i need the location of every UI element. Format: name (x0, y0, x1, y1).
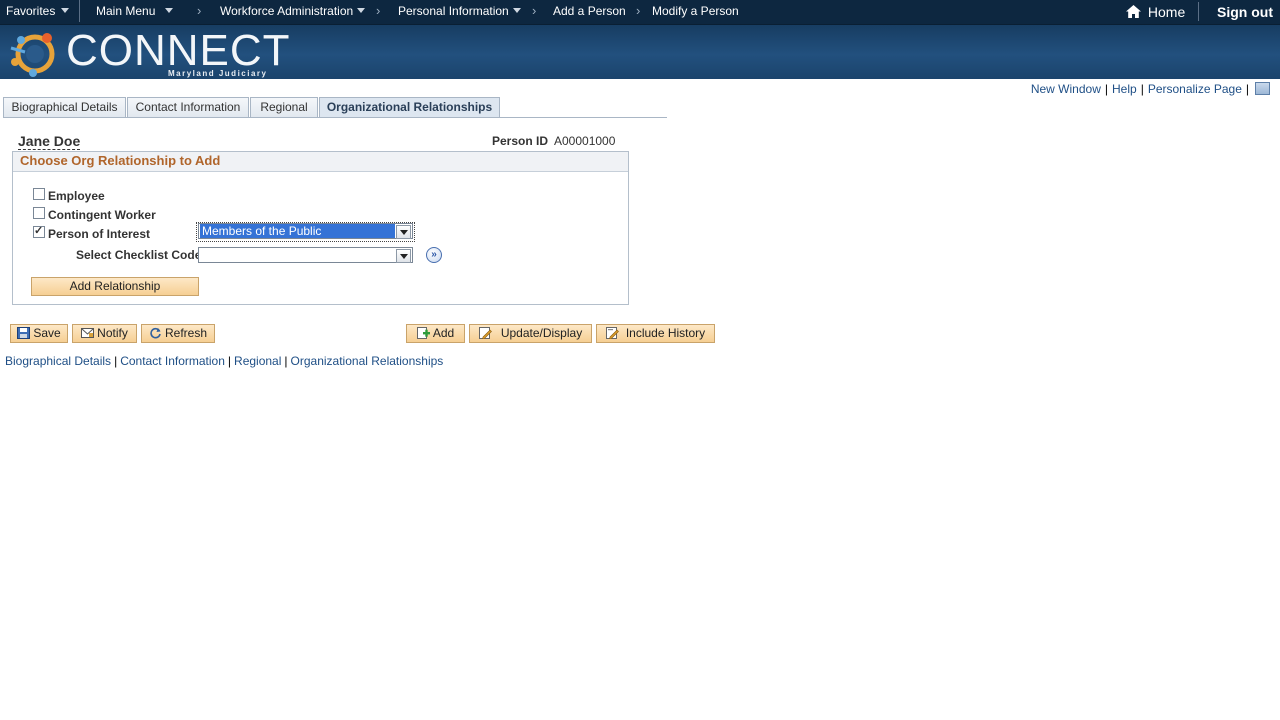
favorites-label: Favorites (6, 4, 56, 18)
sign-out-link[interactable]: Sign out (1217, 4, 1273, 20)
tab-label: Biographical Details (11, 100, 118, 114)
home-label: Home (1147, 4, 1186, 20)
breadcrumb-add-a-person[interactable]: Add a Person (553, 4, 626, 18)
include-history-button[interactable]: Include History (596, 324, 715, 343)
connect-logo-subtitle: Maryland Judiciary (168, 69, 268, 78)
employee-label: Employee (48, 189, 105, 203)
chevron-down-icon (512, 8, 521, 13)
checklist-code-select[interactable] (198, 247, 413, 263)
save-button[interactable]: Save (10, 324, 68, 343)
nav-divider (79, 0, 80, 22)
breadcrumb-separator-icon: › (532, 3, 537, 18)
add-button[interactable]: Add (406, 324, 465, 343)
notify-label: Notify (97, 326, 128, 340)
add-relationship-button[interactable]: Add Relationship (31, 277, 199, 296)
poi-type-select[interactable]: Members of the Public (198, 223, 413, 239)
tab-organizational-relationships[interactable]: Organizational Relationships (319, 97, 500, 117)
poi-type-value: Members of the Public (200, 224, 395, 238)
bottom-link-biographical-details[interactable]: Biographical Details (5, 354, 111, 368)
tab-regional[interactable]: Regional (250, 97, 318, 117)
home-icon (1126, 5, 1141, 18)
checklist-code-label: Select Checklist Code (76, 248, 202, 262)
include-history-label: Include History (625, 326, 706, 340)
top-navigation-bar: Favorites Main Menu › Workforce Administ… (0, 0, 1280, 25)
chevron-down-icon (165, 8, 174, 13)
notify-button[interactable]: Notify (72, 324, 137, 343)
groupbox-header: Choose Org Relationship to Add (13, 152, 628, 172)
contingent-worker-label: Contingent Worker (48, 208, 156, 222)
update-display-label: Update/Display (500, 326, 583, 340)
main-menu[interactable]: Main Menu (96, 4, 174, 18)
breadcrumb-modify-a-person[interactable]: Modify a Person (652, 4, 739, 18)
personalize-page-link[interactable]: Personalize Page (1148, 82, 1242, 96)
breadcrumb-label: Personal Information (398, 4, 509, 18)
bottom-link-organizational-relationships[interactable]: Organizational Relationships (291, 354, 444, 368)
link-separator: | (284, 354, 288, 368)
contingent-worker-checkbox[interactable] (33, 207, 45, 219)
breadcrumb-label: Workforce Administration (220, 4, 354, 18)
link-separator: | (1245, 82, 1249, 96)
include-history-icon (605, 327, 619, 339)
favorites-menu[interactable]: Favorites (6, 4, 70, 18)
tab-label: Regional (260, 100, 308, 114)
link-separator: | (227, 354, 232, 368)
save-label: Save (33, 326, 61, 340)
tab-underline (3, 117, 667, 118)
nav-divider (1198, 2, 1199, 21)
tab-label: Contact Information (135, 100, 241, 114)
update-display-button[interactable]: Update/Display (469, 324, 592, 343)
tab-contact-information[interactable]: Contact Information (127, 97, 249, 117)
link-separator: | (1104, 82, 1108, 96)
add-label: Add (432, 326, 455, 340)
bottom-page-links: Biographical Details | Contact Information… (5, 354, 443, 368)
help-link[interactable]: Help (1112, 82, 1137, 96)
breadcrumb-personal-information[interactable]: Personal Information (398, 4, 521, 18)
refresh-label: Refresh (164, 326, 208, 340)
person-name: Jane Doe (18, 133, 81, 150)
page-layout-icon[interactable] (1255, 82, 1270, 95)
notify-icon (81, 328, 95, 338)
update-display-icon (478, 327, 492, 339)
chevron-down-icon[interactable] (396, 249, 411, 263)
link-separator: | (114, 354, 118, 368)
refresh-button[interactable]: Refresh (141, 324, 215, 343)
header-banner: CONNECT Maryland Judiciary (0, 25, 1280, 79)
bottom-link-regional[interactable]: Regional (234, 354, 281, 368)
employee-checkbox[interactable] (33, 188, 45, 200)
breadcrumb-separator-icon: › (636, 3, 641, 18)
tab-label: Organizational Relationships (326, 100, 493, 114)
refresh-icon (150, 327, 161, 339)
checklist-code-value (200, 248, 395, 262)
tab-biographical-details[interactable]: Biographical Details (3, 97, 126, 117)
add-icon (416, 327, 430, 339)
connect-logo-icon (10, 33, 55, 77)
utility-links: New Window | Help | Personalize Page | (1031, 82, 1270, 96)
person-id-label: Person ID (492, 134, 549, 148)
home-link[interactable]: Home (1126, 4, 1185, 20)
chevron-down-icon[interactable] (396, 225, 411, 239)
go-arrow-icon[interactable]: » (426, 247, 442, 263)
person-of-interest-label: Person of Interest (48, 227, 151, 241)
new-window-link[interactable]: New Window (1031, 82, 1101, 96)
breadcrumb-workforce-administration[interactable]: Workforce Administration (220, 4, 366, 18)
person-of-interest-checkbox[interactable] (33, 224, 45, 238)
main-menu-label: Main Menu (96, 4, 156, 18)
person-id-value: A00001000 (554, 134, 616, 148)
chevron-down-icon (61, 8, 70, 13)
link-separator: | (1140, 82, 1144, 96)
save-icon (17, 327, 31, 339)
chevron-down-icon (357, 8, 366, 13)
groupbox-title: Choose Org Relationship to Add (20, 153, 221, 168)
bottom-link-contact-information[interactable]: Contact Information (120, 354, 225, 368)
breadcrumb-separator-icon: › (197, 3, 202, 18)
connect-logo-text: CONNECT (66, 26, 291, 75)
breadcrumb-separator-icon: › (376, 3, 381, 18)
